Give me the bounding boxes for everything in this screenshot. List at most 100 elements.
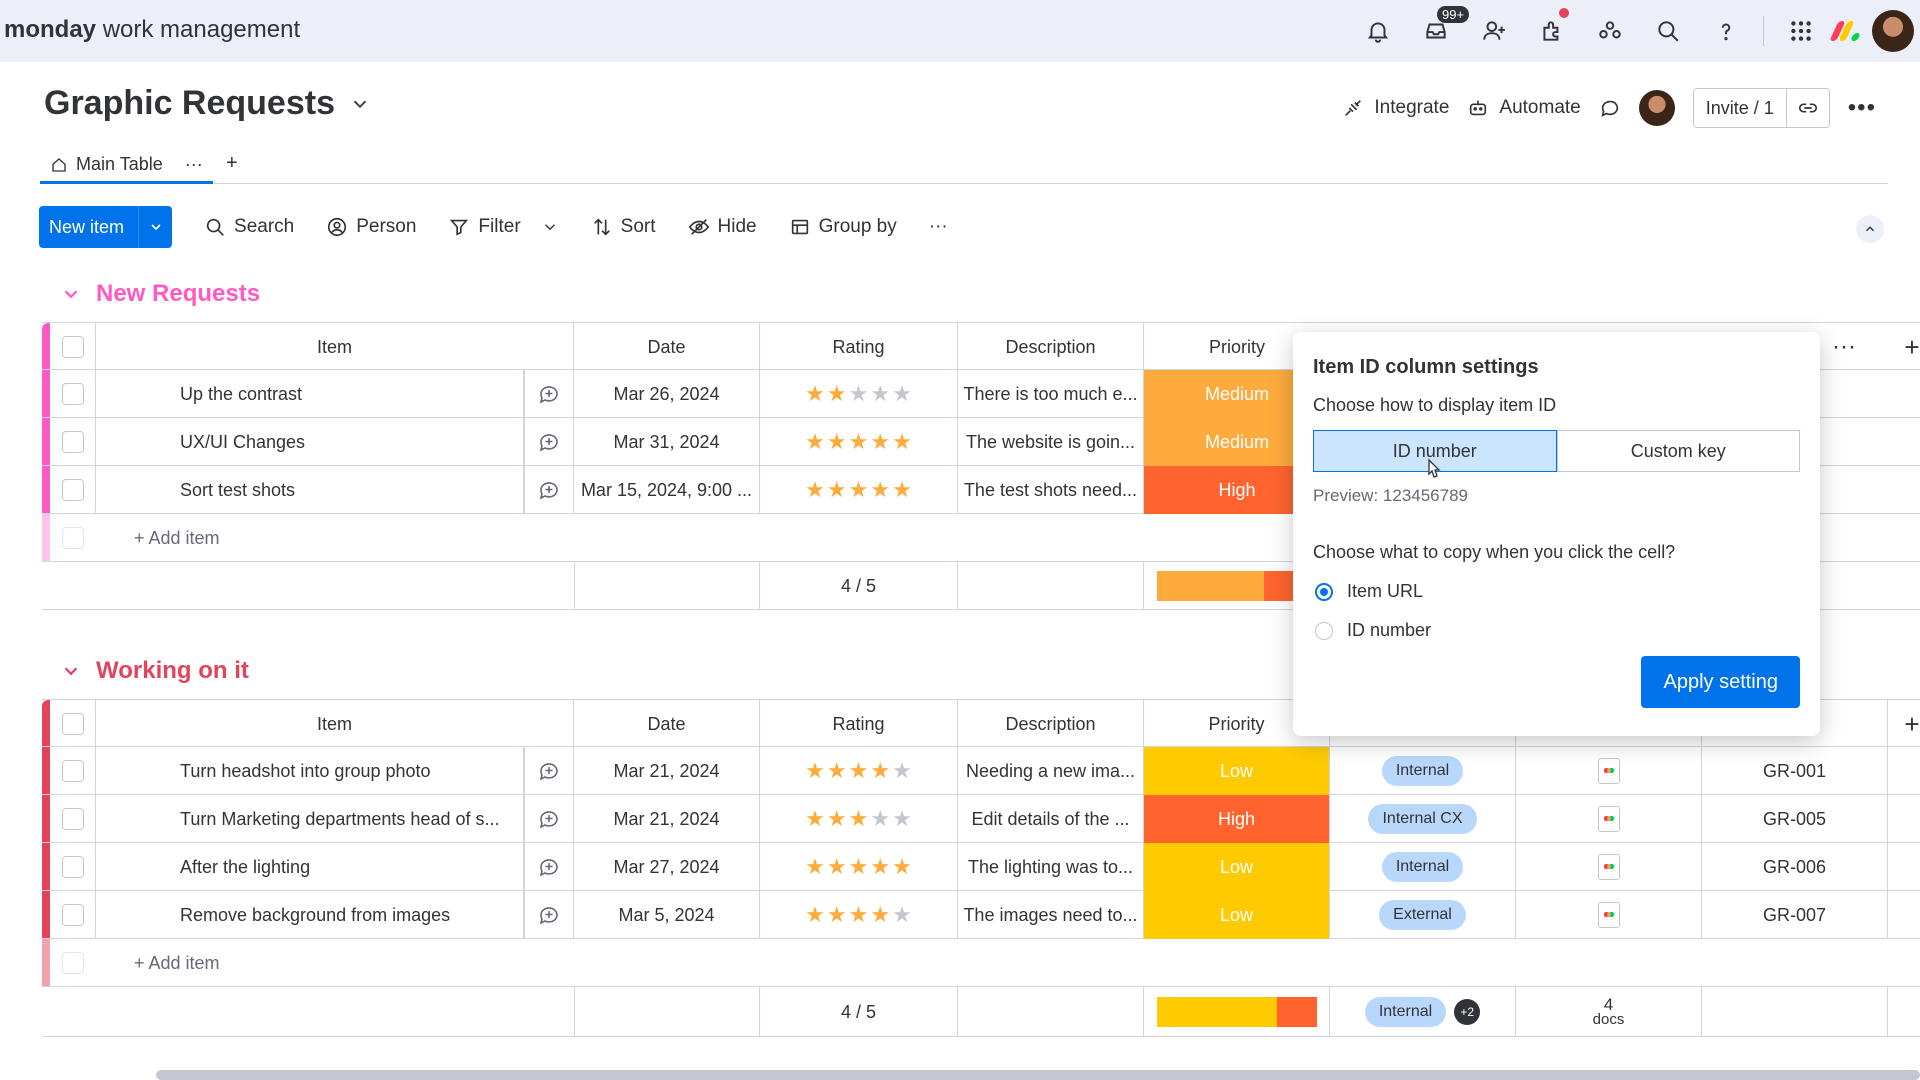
teams-icon[interactable] xyxy=(1581,0,1639,62)
star-icon[interactable]: ★ xyxy=(849,477,869,503)
monday-doc-icon[interactable] xyxy=(1597,806,1620,832)
description-cell[interactable]: The lighting was to... xyxy=(958,843,1144,891)
inbox-icon[interactable]: 99+ xyxy=(1407,0,1470,62)
add-item-row[interactable]: + Add item xyxy=(42,939,1920,987)
automate-button[interactable]: Automate xyxy=(1467,97,1581,119)
star-icon[interactable]: ★ xyxy=(805,477,825,503)
item-name[interactable]: Sort test shots xyxy=(96,466,524,514)
item-id-cell[interactable]: GR-007 xyxy=(1702,891,1888,939)
updates-button[interactable] xyxy=(1599,97,1621,119)
star-icon[interactable]: ★ xyxy=(849,806,869,832)
files-cell[interactable] xyxy=(1516,843,1702,891)
row-checkbox[interactable] xyxy=(50,747,96,795)
column-header-rating[interactable]: Rating xyxy=(760,323,958,371)
table-row[interactable]: After the lighting Mar 27, 2024 ★ ★ ★ ★ ★ The l… xyxy=(42,843,1920,891)
add-item-input[interactable]: + Add item xyxy=(124,514,524,562)
star-icon[interactable]: ★ xyxy=(870,758,890,784)
notifications-bell-icon[interactable] xyxy=(1349,0,1407,62)
priority-cell[interactable]: High xyxy=(1144,795,1330,843)
star-icon[interactable]: ★ xyxy=(827,381,847,407)
item-name[interactable]: Up the contrast xyxy=(96,370,524,418)
search-icon[interactable] xyxy=(1639,0,1697,62)
type-cell[interactable]: Internal CX xyxy=(1330,795,1516,843)
rating-cell[interactable]: ★ ★ ★ ★ ★ xyxy=(760,370,958,418)
search-button[interactable]: Search xyxy=(204,216,294,238)
add-update-icon[interactable] xyxy=(524,891,574,939)
date-cell[interactable]: Mar 21, 2024 xyxy=(574,795,760,843)
monday-doc-icon[interactable] xyxy=(1597,758,1620,784)
description-cell[interactable]: Needing a new ima... xyxy=(958,747,1144,795)
user-avatar[interactable] xyxy=(1872,10,1914,52)
invite-member-icon[interactable] xyxy=(1465,0,1523,62)
star-icon[interactable]: ★ xyxy=(892,806,912,832)
chevron-down-icon[interactable] xyxy=(60,660,82,682)
rating-cell[interactable]: ★ ★ ★ ★ ★ xyxy=(760,466,958,514)
add-update-icon[interactable] xyxy=(524,795,574,843)
type-cell[interactable]: Internal xyxy=(1330,747,1516,795)
add-column-button[interactable]: + xyxy=(1892,323,1920,371)
star-icon[interactable]: ★ xyxy=(827,758,847,784)
new-item-dropdown-icon[interactable] xyxy=(138,206,172,248)
custom-key-option[interactable]: Custom key xyxy=(1556,430,1800,472)
star-icon[interactable]: ★ xyxy=(827,429,847,455)
row-checkbox[interactable] xyxy=(50,843,96,891)
summary-type-more-badge[interactable]: +2 xyxy=(1454,999,1481,1025)
integrate-button[interactable]: Integrate xyxy=(1342,97,1449,119)
chevron-down-icon[interactable] xyxy=(349,93,371,115)
files-cell[interactable] xyxy=(1516,891,1702,939)
tab-main-table[interactable]: Main Table ··· xyxy=(40,148,213,184)
horizontal-scrollbar[interactable] xyxy=(156,1070,1920,1080)
column-header-rating[interactable]: Rating xyxy=(760,700,958,748)
priority-cell[interactable]: Low xyxy=(1144,843,1330,891)
description-cell[interactable]: The website is goin... xyxy=(958,418,1144,466)
column-header-date[interactable]: Date xyxy=(574,700,760,748)
star-icon[interactable]: ★ xyxy=(870,381,890,407)
item-id-cell[interactable]: GR-001 xyxy=(1702,747,1888,795)
rating-cell[interactable]: ★ ★ ★ ★ ★ xyxy=(760,843,958,891)
column-header-description[interactable]: Description xyxy=(958,700,1144,748)
radio-id-number[interactable]: ID number xyxy=(1315,620,1800,641)
sort-button[interactable]: Sort xyxy=(591,216,656,238)
add-update-icon[interactable] xyxy=(524,466,574,514)
star-icon[interactable]: ★ xyxy=(849,854,869,880)
add-update-icon[interactable] xyxy=(524,747,574,795)
files-cell[interactable] xyxy=(1516,795,1702,843)
add-view-button[interactable]: + xyxy=(226,152,238,175)
app-switcher-grid-icon[interactable] xyxy=(1772,0,1830,62)
description-cell[interactable]: The test shots need... xyxy=(958,466,1144,514)
column-header-item[interactable]: Item xyxy=(96,700,574,748)
rating-cell[interactable]: ★ ★ ★ ★ ★ xyxy=(760,747,958,795)
star-icon[interactable]: ★ xyxy=(805,758,825,784)
star-icon[interactable]: ★ xyxy=(892,477,912,503)
radio-unselected-icon[interactable] xyxy=(1315,621,1333,640)
star-icon[interactable]: ★ xyxy=(805,854,825,880)
column-header-date[interactable]: Date xyxy=(574,323,760,371)
description-cell[interactable]: Edit details of the ... xyxy=(958,795,1144,843)
type-cell[interactable]: Internal xyxy=(1330,843,1516,891)
description-cell[interactable]: The images need to... xyxy=(958,891,1144,939)
star-icon[interactable]: ★ xyxy=(805,806,825,832)
star-icon[interactable]: ★ xyxy=(849,902,869,928)
star-icon[interactable]: ★ xyxy=(892,381,912,407)
date-cell[interactable]: Mar 15, 2024, 9:00 ... xyxy=(574,466,760,514)
row-checkbox[interactable] xyxy=(50,891,96,939)
more-toolbar-icon[interactable]: ··· xyxy=(929,216,948,238)
description-cell[interactable]: There is too much e... xyxy=(958,370,1144,418)
group-title-new-requests[interactable]: New Requests xyxy=(60,280,260,308)
add-update-icon[interactable] xyxy=(524,418,574,466)
star-icon[interactable]: ★ xyxy=(892,429,912,455)
item-name[interactable]: UX/UI Changes xyxy=(96,418,524,466)
star-icon[interactable]: ★ xyxy=(827,902,847,928)
date-cell[interactable]: Mar 26, 2024 xyxy=(574,370,760,418)
type-cell[interactable]: External xyxy=(1330,891,1516,939)
group-title-working-on-it[interactable]: Working on it xyxy=(60,657,249,685)
rating-cell[interactable]: ★ ★ ★ ★ ★ xyxy=(760,891,958,939)
item-name[interactable]: After the lighting xyxy=(96,843,524,891)
radio-selected-icon[interactable] xyxy=(1315,582,1333,601)
item-id-cell[interactable]: GR-006 xyxy=(1702,843,1888,891)
person-filter-button[interactable]: Person xyxy=(326,216,416,238)
files-cell[interactable] xyxy=(1516,747,1702,795)
group-by-button[interactable]: Group by xyxy=(789,216,897,238)
more-options-icon[interactable]: ••• xyxy=(1848,94,1876,122)
apps-marketplace-icon[interactable] xyxy=(1523,0,1581,62)
